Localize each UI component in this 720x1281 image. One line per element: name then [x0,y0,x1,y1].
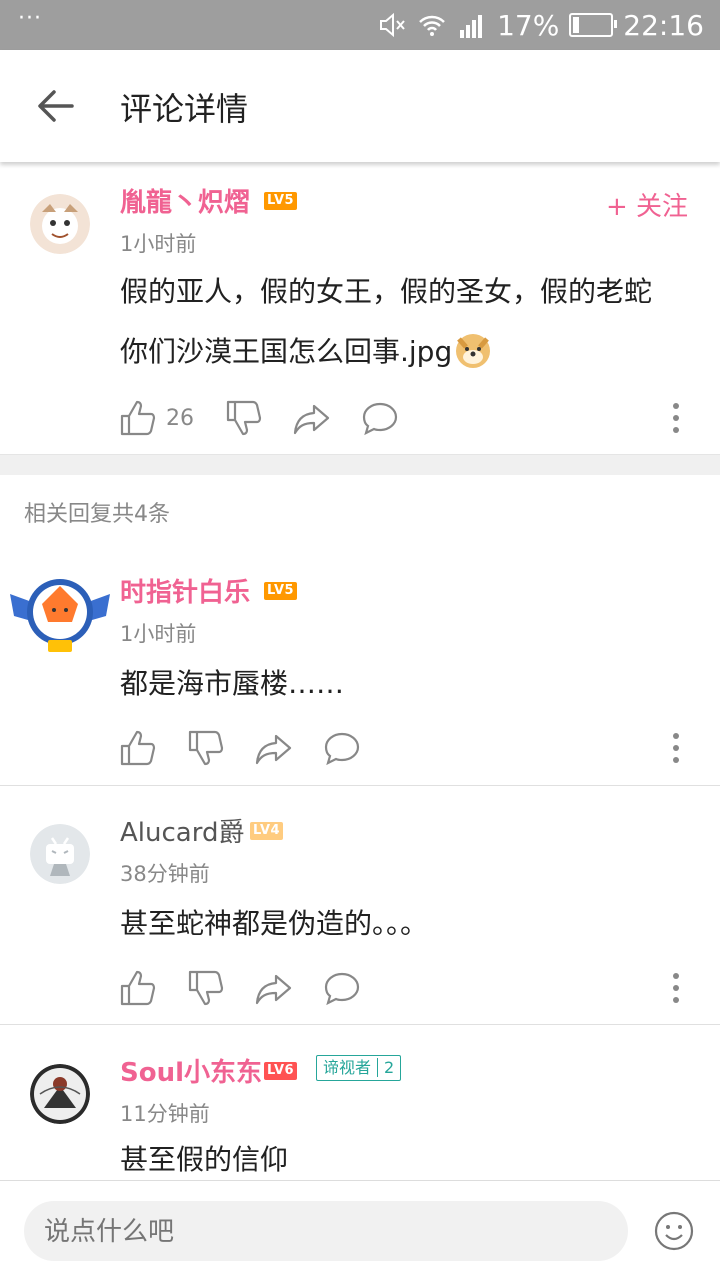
comment-actions: 26 [118,398,400,438]
share-icon[interactable] [292,398,332,438]
thumbs-up-icon[interactable] [118,398,158,438]
thumbs-down-icon[interactable] [186,968,226,1008]
share-icon[interactable] [254,728,294,768]
level-badge: LV4 [250,822,284,840]
battery-text: 17% [497,8,560,42]
level-badge: LV5 [264,582,298,600]
comment-time: 1小时前 [120,232,197,256]
reply-text: 甚至假的信仰 [120,1143,289,1176]
title-badge: 谛视者 2 [316,1055,402,1081]
title-badge-label: 谛视者 [323,1058,372,1077]
thumbs-up-icon[interactable] [118,968,158,1008]
page-title: 评论详情 [120,90,249,128]
title-badge-num: 2 [377,1058,395,1077]
thumbs-up-icon[interactable] [118,728,158,768]
comment-text-line2-wrap: 你们沙漠王国怎么回事.jpg [120,330,492,370]
comment-text-line1: 假的亚人，假的女王，假的圣女，假的老蛇 [120,275,653,308]
section-divider [0,454,720,475]
thumbs-down-icon[interactable] [186,728,226,768]
reply-count: 相关回复共4条 [24,502,170,527]
app-bar: 评论详情 [0,50,720,162]
comment-text-line2: 你们沙漠王国怎么回事.jpg [120,335,453,368]
clock: 22:16 [623,8,704,42]
doge-emoji-icon [456,334,491,368]
more-vert-icon[interactable] [671,968,681,1008]
avatar[interactable] [8,572,112,656]
divider [0,1024,720,1025]
reply-actions [118,968,362,1008]
username[interactable]: 胤龍丶炽熠 [120,182,250,219]
reply-time: 11分钟前 [120,1102,210,1126]
reply-time: 1小时前 [120,622,197,646]
signal-icon [460,15,483,38]
reply-time: 38分钟前 [120,862,210,886]
arrow-left-icon[interactable] [36,86,76,126]
status-right: 17% 22:16 [377,8,704,42]
thumbs-down-icon[interactable] [224,398,264,438]
comment-icon[interactable] [360,398,400,438]
like-count: 26 [166,405,194,431]
avatar[interactable] [30,194,90,254]
divider [0,785,720,786]
more-vert-icon[interactable] [671,728,681,768]
username[interactable]: 时指针白乐 [120,572,250,609]
comment-icon[interactable] [322,968,362,1008]
level-badge: LV6 [264,1062,298,1080]
avatar[interactable] [30,824,90,884]
follow-button[interactable]: + 关注 [606,186,688,223]
reply-text: 甚至蛇神都是伪造的。。。 [120,907,429,940]
comment-input[interactable] [24,1201,628,1261]
reply-text: 都是海市蜃楼…… [120,667,345,700]
comment-icon[interactable] [322,728,362,768]
main-comment: 胤龍丶炽熠 LV5 + 关注 1小时前 假的亚人，假的女王，假的圣女，假的老蛇 … [0,162,720,454]
username[interactable]: Alucard爵 [120,812,244,849]
reply-actions [118,728,362,768]
username[interactable]: Soul小东东 [120,1052,262,1089]
battery-icon [569,13,618,37]
share-icon[interactable] [254,968,294,1008]
status-bar: ··· 17% 22:16 [0,0,720,50]
notification-dots: ··· [18,6,42,31]
comment-input-bar [0,1180,720,1281]
level-badge: LV5 [264,192,298,210]
wifi-icon [419,15,445,36]
smiley-icon[interactable] [654,1211,694,1251]
mute-icon [380,12,405,38]
more-vert-icon[interactable] [671,398,681,438]
avatar[interactable] [30,1064,90,1124]
